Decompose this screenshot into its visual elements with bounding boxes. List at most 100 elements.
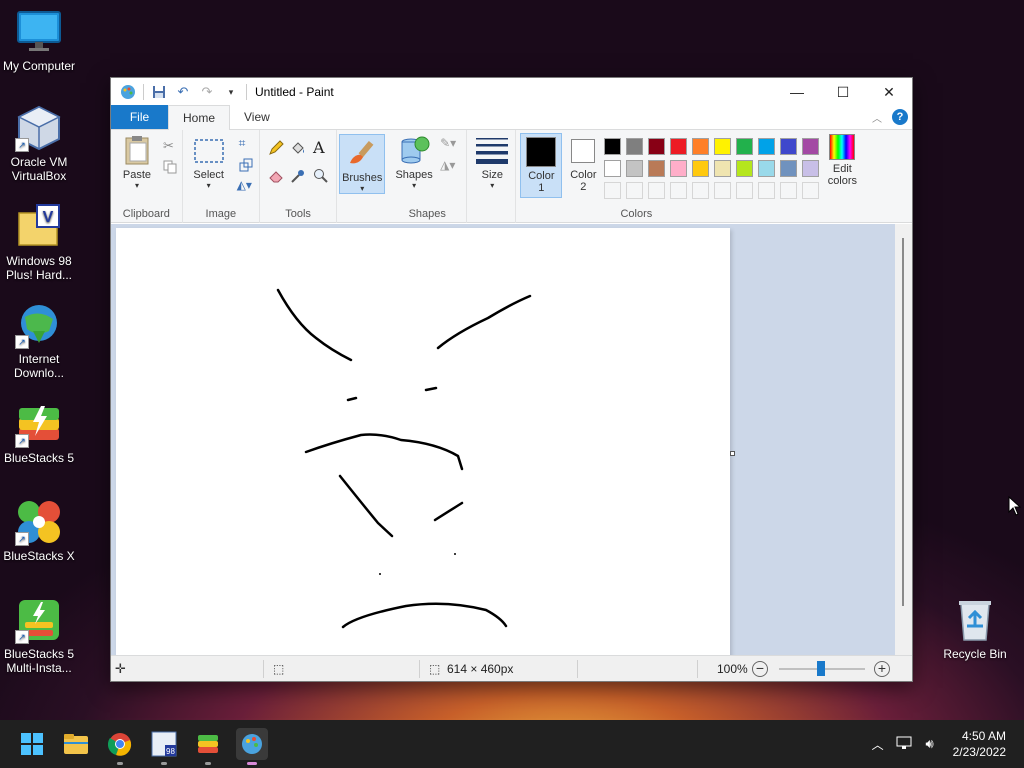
custom-color-slot[interactable]	[780, 182, 798, 199]
palette-swatch[interactable]	[758, 160, 776, 177]
palette-swatch[interactable]	[714, 138, 732, 155]
minimize-button[interactable]: —	[774, 78, 820, 106]
tab-home[interactable]: Home	[168, 105, 231, 130]
custom-color-slot[interactable]	[758, 182, 776, 199]
magnifier-icon[interactable]	[313, 168, 329, 184]
pencil-icon[interactable]	[268, 140, 284, 156]
image-dimensions: 614 × 460px	[447, 661, 514, 676]
dot-mark	[379, 573, 381, 575]
brush-icon	[346, 137, 378, 169]
show-hidden-icons-icon[interactable]: ︿	[865, 736, 891, 753]
palette-swatch[interactable]	[692, 138, 710, 155]
globe-download-icon: ↗	[15, 301, 63, 349]
taskbar-windows98[interactable]: 98	[148, 728, 180, 765]
resize-icon[interactable]	[239, 158, 255, 174]
text-icon[interactable]: A	[313, 138, 329, 157]
fill-icon[interactable]: ◮▾	[440, 158, 456, 174]
copy-icon[interactable]	[163, 160, 179, 176]
running-indicator	[117, 762, 123, 765]
crop-icon[interactable]: ⌗	[239, 136, 255, 152]
volume-icon[interactable]: 🔊︎	[917, 736, 943, 752]
paste-button[interactable]: Paste ▾	[117, 134, 157, 190]
eraser-icon[interactable]	[268, 168, 284, 184]
custom-color-slot[interactable]	[714, 182, 732, 199]
palette-swatch[interactable]	[648, 138, 666, 155]
network-icon[interactable]	[891, 736, 917, 753]
save-icon[interactable]	[150, 83, 168, 101]
palette-swatch[interactable]	[714, 160, 732, 177]
size-button[interactable]: Size ▾	[475, 134, 509, 190]
palette-swatch[interactable]	[758, 138, 776, 155]
custom-color-slot[interactable]	[604, 182, 622, 199]
taskbar-chrome[interactable]	[104, 728, 136, 765]
custom-color-slot[interactable]	[692, 182, 710, 199]
custom-color-slot[interactable]	[626, 182, 644, 199]
palette-swatch[interactable]	[604, 160, 622, 177]
folder-icon	[64, 734, 88, 754]
palette-swatch[interactable]	[780, 138, 798, 155]
taskbar-clock[interactable]: 4:50 AM 2/23/2022	[953, 728, 1024, 760]
undo-icon[interactable]: ↶	[174, 83, 192, 101]
desktop-icon-bluestacks-multi[interactable]: ↗ BlueStacks 5 Multi-Insta...	[0, 596, 78, 675]
palette-swatch[interactable]	[736, 138, 754, 155]
close-button[interactable]: ✕	[866, 78, 912, 106]
palette-swatch[interactable]	[670, 138, 688, 155]
customize-qat-icon[interactable]: ▾	[222, 83, 240, 101]
custom-color-slot[interactable]	[736, 182, 754, 199]
select-button[interactable]: Select ▾	[189, 134, 229, 190]
collapse-ribbon-icon[interactable]: ︿	[872, 110, 882, 125]
zoom-out-button[interactable]: −	[752, 660, 768, 677]
palette-swatch[interactable]	[604, 138, 622, 155]
palette-swatch[interactable]	[692, 160, 710, 177]
outline-icon[interactable]: ✎▾	[440, 136, 456, 152]
zoom-in-button[interactable]: +	[874, 660, 890, 677]
palette-swatch[interactable]	[626, 160, 644, 177]
size-label: Size	[481, 169, 504, 181]
color1-button[interactable]: Color 1	[520, 133, 563, 198]
taskbar-bluestacks[interactable]	[192, 728, 224, 765]
tab-view[interactable]: View	[230, 105, 284, 129]
help-icon[interactable]: ?	[892, 109, 908, 125]
cut-icon[interactable]: ✂	[163, 138, 179, 154]
edit-colors-button[interactable]: Edit colors	[822, 134, 862, 187]
palette-swatch[interactable]	[736, 160, 754, 177]
custom-color-slot[interactable]	[670, 182, 688, 199]
scrollbar-thumb[interactable]	[902, 238, 904, 606]
color-picker-icon[interactable]	[290, 168, 306, 184]
paint-app-icon[interactable]	[119, 83, 137, 101]
shapes-button[interactable]: Shapes ▾	[392, 134, 436, 190]
desktop-icon-recycle-bin[interactable]: Recycle Bin	[936, 596, 1014, 661]
vertical-scrollbar[interactable]	[895, 224, 912, 657]
taskbar-paint[interactable]	[236, 728, 268, 765]
palette-swatch[interactable]	[802, 160, 820, 177]
palette-swatch[interactable]	[648, 160, 666, 177]
zoom-slider-thumb[interactable]	[817, 661, 825, 676]
desktop-icon-virtualbox[interactable]: ↗ Oracle VM VirtualBox	[0, 104, 78, 183]
desktop-icon-my-computer[interactable]: My Computer	[0, 8, 78, 73]
color2-button[interactable]: Color 2	[564, 133, 602, 193]
maximize-button[interactable]: ☐	[820, 78, 866, 106]
size-group: Size ▾	[467, 130, 517, 223]
drawing-canvas[interactable]	[116, 228, 730, 657]
desktop-icon-bluestacks5[interactable]: ↗ BlueStacks 5	[0, 400, 78, 465]
desktop-icon-bluestacks-x[interactable]: ↗ BlueStacks X	[0, 498, 78, 563]
canvas-resize-handle[interactable]	[730, 451, 735, 456]
shortcut-arrow-icon: ↗	[15, 138, 29, 152]
desktop-icon-windows98[interactable]: V Windows 98 Plus! Hard...	[0, 203, 78, 282]
start-button[interactable]	[16, 728, 48, 760]
tab-file[interactable]: File	[111, 105, 168, 129]
palette-swatch[interactable]	[780, 160, 798, 177]
brushes-button[interactable]: Brushes ▾	[339, 134, 386, 194]
custom-color-slot[interactable]	[648, 182, 666, 199]
desktop-icon-idm[interactable]: ↗ Internet Downlo...	[0, 301, 78, 380]
palette-swatch[interactable]	[626, 138, 644, 155]
custom-color-slot[interactable]	[802, 182, 820, 199]
palette-swatch[interactable]	[802, 138, 820, 155]
palette-swatch[interactable]	[670, 160, 688, 177]
shortcut-arrow-icon: ↗	[15, 532, 29, 546]
fill-bucket-icon[interactable]	[290, 140, 306, 156]
redo-icon[interactable]: ↷	[198, 83, 216, 101]
rotate-icon[interactable]: ◭▾	[237, 178, 253, 194]
taskbar-file-explorer[interactable]	[60, 728, 92, 760]
shapes-label: Shapes	[395, 169, 433, 181]
